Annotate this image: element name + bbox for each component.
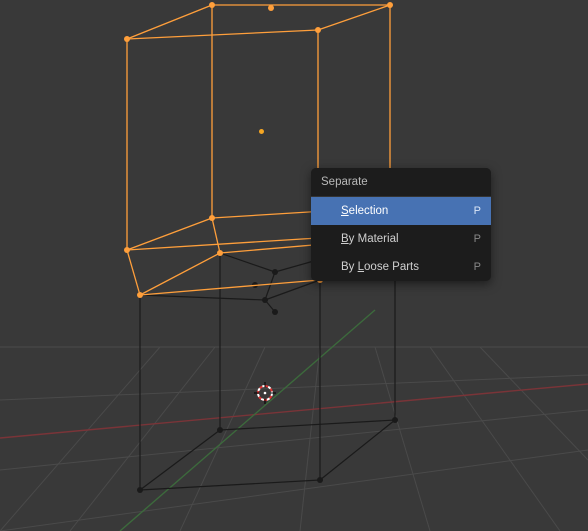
- menu-item-by-material[interactable]: By Material P: [311, 225, 491, 253]
- menu-item-shortcut: P: [474, 232, 481, 246]
- menu-item-by-loose-parts[interactable]: By Loose Parts P: [311, 253, 491, 281]
- menu-item-shortcut: P: [474, 260, 481, 274]
- menu-title: Separate: [311, 168, 491, 196]
- menu-item-label: By Material: [341, 232, 399, 246]
- menu-item-selection[interactable]: Selection P: [311, 197, 491, 225]
- separate-context-menu: Separate Selection P By Material P By Lo…: [311, 168, 491, 281]
- menu-item-shortcut: P: [474, 204, 481, 218]
- viewport-3d[interactable]: Separate Selection P By Material P By Lo…: [0, 0, 588, 531]
- menu-item-label: By Loose Parts: [341, 260, 419, 274]
- mesh-wireframe: [0, 0, 588, 531]
- object-origin-dot: [259, 129, 264, 134]
- menu-item-label: Selection: [341, 204, 388, 218]
